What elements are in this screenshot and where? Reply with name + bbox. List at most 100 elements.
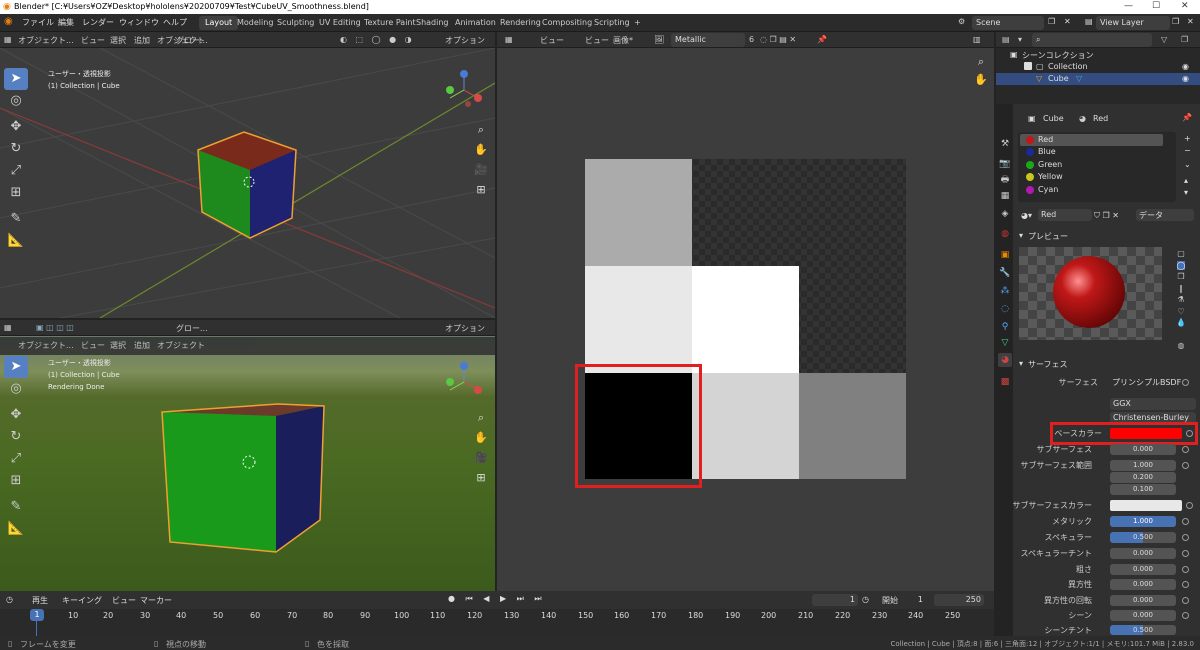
menu-view[interactable]: ビュー [81, 340, 105, 351]
blender-menu-icon[interactable]: ◉ [4, 16, 13, 27]
camera-icon[interactable]: 🎥 [473, 450, 489, 466]
tab-shading[interactable]: Shading [410, 16, 455, 30]
timeline-menu-marker[interactable]: マーカー [140, 595, 172, 606]
timeline-menu-playback[interactable]: 再生 [32, 595, 48, 606]
menu-render[interactable]: レンダー [82, 17, 114, 28]
outliner-search[interactable]: ⌕ [1032, 33, 1152, 47]
delete-scene-icon[interactable]: ✕ [1064, 17, 1071, 26]
scene-tab-icon[interactable]: ◈ [998, 207, 1012, 221]
material-name-field[interactable]: Red [1038, 209, 1092, 221]
material-tab-icon[interactable]: ◕ [998, 353, 1012, 367]
filter-icon[interactable]: ▽ [1161, 35, 1167, 44]
menu-add[interactable]: 追加 [134, 35, 150, 46]
menu-object[interactable]: オブジェクト [157, 340, 205, 351]
menu-select[interactable]: 選択 [110, 340, 126, 351]
transform-tool-icon[interactable]: ⊞ [4, 182, 28, 204]
socket-icon[interactable] [1182, 597, 1189, 604]
collection-checkbox[interactable] [1024, 62, 1032, 70]
world-tab-icon[interactable]: ◍ [998, 227, 1012, 241]
delete-viewlayer-icon[interactable]: ✕ [1187, 17, 1194, 26]
material-slot-blue[interactable]: Blue [1022, 146, 1162, 158]
socket-icon[interactable] [1186, 502, 1193, 509]
pin-icon[interactable]: 📌 [817, 35, 827, 44]
socket-icon[interactable] [1182, 566, 1189, 573]
timeline-menu-keying[interactable]: キーイング [62, 595, 102, 606]
outliner[interactable]: ▤ ▾ ⌕ ▽ ❐ ▣ シーンコレクション ▢ Collection ◉ ▽ C… [996, 32, 1200, 104]
menu-view2[interactable]: ビュー [585, 35, 609, 46]
move-slot-down-icon[interactable]: ▾ [1184, 188, 1188, 197]
pan-icon[interactable]: ✋ [473, 430, 489, 446]
specular-tint-field[interactable]: 0.000 [1110, 548, 1176, 559]
zoom-icon[interactable]: ⌕ [473, 122, 489, 138]
options-button[interactable]: オプション [445, 323, 485, 334]
viewport-top[interactable]: ▦ オブジェクト... ビュー 選択 追加 オブジェクト ◐ ⬚ ◯ ● ◑ ➤… [0, 32, 495, 318]
scene-selector[interactable]: Scene [972, 16, 1044, 30]
anisotropic-rotation-field[interactable]: 0.000 [1110, 595, 1176, 606]
texture-tab-icon[interactable]: ▩ [998, 375, 1012, 389]
socket-icon[interactable] [1182, 462, 1189, 469]
image-browse-icon[interactable]: 🖼 [654, 35, 664, 44]
rendered-cube[interactable] [160, 402, 326, 554]
end-frame-field[interactable]: 250 [934, 594, 984, 606]
eye-icon[interactable]: ◉ [1182, 62, 1189, 71]
menu-file[interactable]: ファイル [22, 17, 54, 28]
navigation-gizmo[interactable] [442, 360, 486, 404]
tool-tab-icon[interactable]: ⚒ [998, 137, 1012, 151]
playback-controls[interactable]: ● ⏮ ◀ ▶ ⏭ ⏭ [448, 594, 546, 604]
timeline[interactable]: ◷ 再生 キーイング ビュー マーカー ● ⏮ ◀ ▶ ⏭ ⏭ 1 ◷ 開始 1… [0, 591, 994, 636]
outliner-cube-row[interactable] [996, 73, 1200, 85]
outliner-object-label[interactable]: Cube [1048, 74, 1069, 83]
select-mode-icons[interactable]: ▣ ◫ ◫ ◫ [36, 323, 74, 332]
current-frame-field[interactable]: 1 [812, 594, 858, 606]
surface-expand-icon[interactable]: ▾ [1019, 359, 1023, 368]
navigation-gizmo[interactable] [442, 68, 486, 112]
eye-icon[interactable]: ◉ [1182, 74, 1189, 83]
physics-tab-icon[interactable]: ◌ [998, 302, 1012, 316]
sheen-field[interactable]: 0.000 [1110, 610, 1176, 621]
rotate-tool-icon[interactable]: ↻ [4, 138, 28, 160]
subsurface-field[interactable]: 0.000 [1110, 444, 1176, 455]
subsurface-radius-y[interactable]: 0.200 [1110, 472, 1176, 483]
display-mode-icon[interactable]: ▾ [1018, 35, 1022, 44]
add-slot-icon[interactable]: + [1184, 134, 1191, 143]
camera-icon[interactable]: 🎥 [473, 162, 489, 178]
object-data-tab-icon[interactable]: ▽ [998, 336, 1012, 350]
maximize-button[interactable]: ☐ [1152, 1, 1160, 11]
menu-help[interactable]: ヘルプ [163, 17, 187, 28]
render-tab-icon[interactable]: 📷 [998, 157, 1012, 171]
cube-object[interactable] [196, 130, 300, 240]
surface-panel-label[interactable]: サーフェス [1028, 359, 1068, 370]
start-frame-field[interactable]: 1 [880, 594, 926, 606]
slot-specials-icon[interactable]: ⌄ [1184, 160, 1191, 169]
remove-slot-icon[interactable]: − [1184, 146, 1191, 155]
grid-view-icon[interactable]: ⊞ [473, 182, 489, 198]
timeline-ruler[interactable]: 1 10 20 30 40 50 60 70 80 90 100 110 120… [0, 609, 994, 636]
anisotropic-field[interactable]: 0.000 [1110, 579, 1176, 590]
rotate-tool-icon[interactable]: ↻ [4, 426, 28, 448]
particles-tab-icon[interactable]: ⁂ [998, 284, 1012, 298]
socket-icon[interactable] [1182, 379, 1189, 386]
subsurface-radius-x[interactable]: 1.000 [1110, 460, 1176, 471]
scale-tool-icon[interactable]: ⤢ [4, 160, 28, 182]
image-name-field[interactable]: Metallic [671, 33, 745, 47]
image-editor[interactable]: ▦ ビュー ビュー 画像* 🖼 Metallic 6 ◌ ❐ ▤ ✕ 📌 ▥ ⌕… [497, 32, 994, 591]
material-link-selector[interactable]: データ [1136, 209, 1194, 221]
pan-icon[interactable]: ✋ [973, 72, 989, 88]
new-viewlayer-icon[interactable]: ❐ [1172, 17, 1179, 26]
metallic-field[interactable]: 1.000 [1110, 516, 1176, 527]
object-tab-icon[interactable]: ▣ [998, 248, 1012, 262]
menu-select[interactable]: 選択 [110, 35, 126, 46]
constraints-tab-icon[interactable]: ⚲ [998, 320, 1012, 334]
zoom-icon[interactable]: ⌕ [473, 410, 489, 426]
mode-selector[interactable]: オブジェクト... [18, 35, 74, 46]
add-workspace-button[interactable]: + [628, 16, 647, 30]
pin-icon[interactable]: 📌 [1182, 113, 1192, 122]
subsurface-radius-z[interactable]: 0.100 [1110, 484, 1176, 495]
subsurface-color-swatch[interactable] [1110, 500, 1182, 511]
menu-edit[interactable]: 編集 [58, 17, 74, 28]
socket-icon[interactable] [1182, 534, 1189, 541]
pan-icon[interactable]: ✋ [473, 142, 489, 158]
editor-type-icon[interactable]: ▦ [505, 35, 513, 44]
timeline-menu-view[interactable]: ビュー [112, 595, 136, 606]
material-slot-green[interactable]: Green [1022, 159, 1162, 171]
